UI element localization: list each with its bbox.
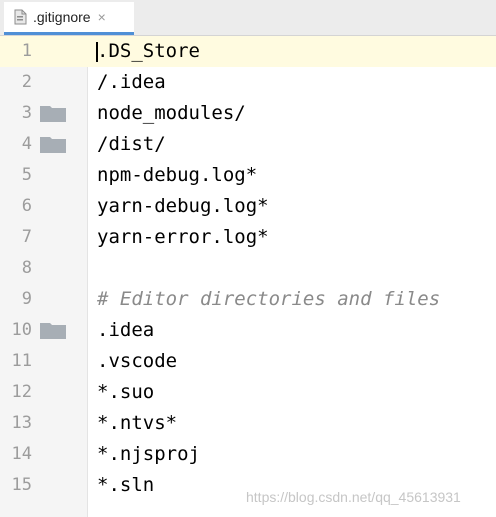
code-line[interactable]: 8 xyxy=(0,253,496,284)
code-editor[interactable]: 1 .DS_Store 2 /.idea 3 node_modules/4/dist/5 n… xyxy=(0,36,496,517)
watermark: https://blog.csdn.net/qq_45613931 xyxy=(246,489,461,505)
code-text: /.idea xyxy=(97,71,166,93)
tab-bar: .gitignore × xyxy=(0,0,496,36)
file-icon xyxy=(14,9,27,25)
line-number: 4 xyxy=(21,134,32,154)
close-icon[interactable]: × xyxy=(98,9,106,25)
code-text: *.suo xyxy=(97,381,155,403)
line-number: 12 xyxy=(11,382,32,402)
code-line[interactable]: 14 *.njsproj xyxy=(0,439,496,470)
code-line[interactable]: 6 yarn-debug.log* xyxy=(0,191,496,222)
code-line[interactable]: 3 node_modules/ xyxy=(0,98,496,129)
folder-icon[interactable] xyxy=(40,106,66,122)
code-line[interactable]: 7 yarn-error.log* xyxy=(0,222,496,253)
code-text: *.sln xyxy=(97,474,155,496)
line-number: 8 xyxy=(21,258,32,278)
code-line[interactable]: 1 .DS_Store xyxy=(0,36,496,67)
code-line[interactable]: 4/dist/ xyxy=(0,129,496,160)
code-text: *.njsproj xyxy=(97,443,200,465)
line-number: 7 xyxy=(21,227,32,247)
line-number: 14 xyxy=(11,444,32,464)
line-number: 2 xyxy=(21,72,32,92)
line-number: 6 xyxy=(21,196,32,216)
code-text: .idea xyxy=(97,319,155,341)
code-line[interactable]: 2 /.idea xyxy=(0,67,496,98)
code-text: .DS_Store xyxy=(97,40,200,62)
line-number: 3 xyxy=(21,103,32,123)
code-text: *.ntvs* xyxy=(97,412,178,434)
tab-label: .gitignore xyxy=(33,9,91,25)
tab-gitignore[interactable]: .gitignore × xyxy=(4,2,134,35)
code-text: yarn-debug.log* xyxy=(97,195,269,217)
line-number: 5 xyxy=(21,165,32,185)
line-number: 11 xyxy=(11,351,32,371)
code-line[interactable]: 9 # Editor directories and files xyxy=(0,284,496,315)
code-text: /dist/ xyxy=(97,133,166,155)
code-line[interactable]: 11 .vscode xyxy=(0,346,496,377)
code-line[interactable]: 13 *.ntvs* xyxy=(0,408,496,439)
comment-text: # Editor directories and files xyxy=(97,288,441,310)
code-text: node_modules/ xyxy=(97,102,246,124)
line-number: 15 xyxy=(11,475,32,495)
code-line[interactable]: 10 .idea xyxy=(0,315,496,346)
line-number: 1 xyxy=(21,41,32,61)
code-text: yarn-error.log* xyxy=(97,226,269,248)
code-text: npm-debug.log* xyxy=(97,164,258,186)
line-number: 10 xyxy=(11,320,32,340)
line-number: 13 xyxy=(11,413,32,433)
line-number: 9 xyxy=(21,289,32,309)
code-line[interactable]: 12 *.suo xyxy=(0,377,496,408)
code-text: .vscode xyxy=(97,350,178,372)
code-line[interactable]: 5 npm-debug.log* xyxy=(0,160,496,191)
text-cursor xyxy=(96,42,98,62)
folder-icon[interactable] xyxy=(40,137,66,153)
folder-icon[interactable] xyxy=(40,323,66,339)
